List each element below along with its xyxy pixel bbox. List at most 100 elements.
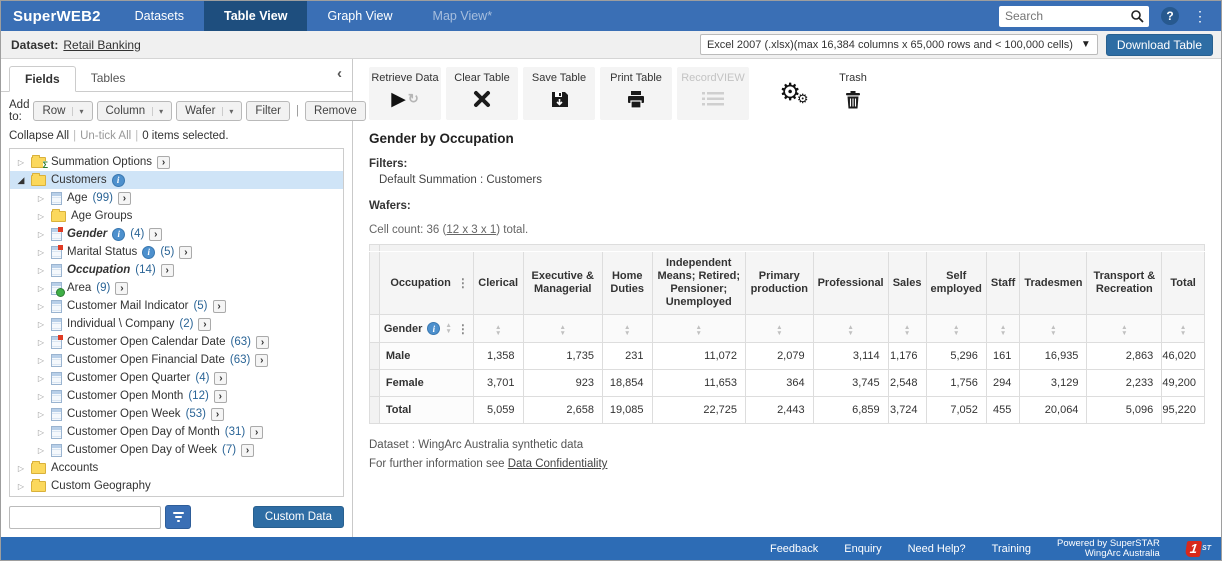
tree-item-custom-geography[interactable]: ▷Custom Geography	[10, 477, 343, 495]
caret-collapsed-icon[interactable]: ▷	[36, 266, 46, 275]
drill-forward-icon[interactable]: ›	[211, 408, 224, 421]
sort-toggle-icon[interactable]: ▲▼	[1050, 325, 1056, 337]
tree-filter-input[interactable]	[9, 506, 161, 529]
tree-item-customer-open-quarter[interactable]: ▷Customer Open Quarter(4)›	[10, 369, 343, 387]
caret-collapsed-icon[interactable]: ▷	[36, 194, 46, 203]
tree-item-customer-mail-indicator[interactable]: ▷Customer Mail Indicator(5)›	[10, 297, 343, 315]
add-to-column-button[interactable]: Column▾	[97, 101, 173, 121]
caret-collapsed-icon[interactable]: ▷	[36, 356, 46, 365]
sort-toggle-icon[interactable]: ▲▼	[953, 325, 959, 337]
tab-datasets[interactable]: Datasets	[115, 1, 204, 31]
save-table-button[interactable]: Save Table	[523, 67, 595, 120]
tree-item-age-groups[interactable]: ▷Age Groups	[10, 207, 343, 225]
filter-icon[interactable]	[165, 505, 191, 529]
tree-item-customer-open-calendar-date[interactable]: ▷Customer Open Calendar Date(63)›	[10, 333, 343, 351]
tree-item-customer-open-financial-date[interactable]: ▷Customer Open Financial Date(63)›	[10, 351, 343, 369]
sort-toggle-icon[interactable]: ▲▼	[495, 325, 501, 337]
caret-collapsed-icon[interactable]: ▷	[36, 212, 46, 221]
download-table-button[interactable]: Download Table	[1106, 34, 1213, 56]
drill-forward-icon[interactable]: ›	[198, 318, 211, 331]
caret-collapsed-icon[interactable]: ▷	[36, 392, 46, 401]
caret-collapsed-icon[interactable]: ▷	[36, 428, 46, 437]
caret-collapsed-icon[interactable]: ▷	[36, 248, 46, 257]
tab-table-view[interactable]: Table View	[204, 1, 307, 31]
clear-table-button[interactable]: Clear Table	[446, 67, 518, 120]
sidebar-tab-fields[interactable]: Fields	[9, 66, 76, 92]
drill-forward-icon[interactable]: ›	[214, 372, 227, 385]
drill-forward-icon[interactable]: ›	[179, 246, 192, 259]
drill-forward-icon[interactable]: ›	[118, 192, 131, 205]
add-to-filter-button[interactable]: Filter	[246, 101, 290, 121]
tree-item-gender[interactable]: ▷Genderi(4)›	[10, 225, 343, 243]
tree-item-individual-company[interactable]: ▷Individual \ Company(2)›	[10, 315, 343, 333]
sort-toggle-icon[interactable]: ▲▼	[696, 325, 702, 337]
drill-forward-icon[interactable]: ›	[241, 444, 254, 457]
tree-item-customer-open-day-of-week[interactable]: ▷Customer Open Day of Week(7)›	[10, 441, 343, 459]
drill-forward-icon[interactable]: ›	[213, 300, 226, 313]
caret-collapsed-icon[interactable]: ▷	[16, 158, 26, 167]
drill-forward-icon[interactable]: ›	[161, 264, 174, 277]
sort-toggle-icon[interactable]: ▲▼	[445, 323, 451, 335]
data-confidentiality-link[interactable]: Data Confidentiality	[508, 458, 608, 470]
tree-item-customer-open-month[interactable]: ▷Customer Open Month(12)›	[10, 387, 343, 405]
column-options-icon[interactable]: ⋮	[457, 276, 469, 290]
trash-button[interactable]: Trash	[827, 67, 879, 120]
drill-forward-icon[interactable]: ›	[214, 390, 227, 403]
custom-data-button[interactable]: Custom Data	[253, 506, 344, 528]
caret-collapsed-icon[interactable]: ▷	[36, 446, 46, 455]
info-icon[interactable]: i	[427, 322, 440, 335]
row-options-icon[interactable]: ⋮	[457, 322, 469, 336]
tree-item-age[interactable]: ▷Age(99)›	[10, 189, 343, 207]
export-format-select[interactable]: Excel 2007 (.xlsx)(max 16,384 columns x …	[700, 34, 1098, 55]
dataset-link[interactable]: Retail Banking	[63, 38, 140, 52]
sort-toggle-icon[interactable]: ▲▼	[776, 325, 782, 337]
search-icon[interactable]	[1125, 6, 1149, 27]
info-icon[interactable]: i	[112, 174, 125, 187]
collapse-all-link[interactable]: Collapse All	[9, 130, 69, 142]
footer-link-need-help[interactable]: Need Help?	[908, 543, 966, 555]
caret-collapsed-icon[interactable]: ▷	[36, 338, 46, 347]
tree-item-area[interactable]: ▷Area(9)›	[10, 279, 343, 297]
drill-forward-icon[interactable]: ›	[157, 156, 170, 169]
caret-expanded-icon[interactable]: ◢	[16, 175, 26, 186]
caret-collapsed-icon[interactable]: ▷	[36, 320, 46, 329]
add-to-row-button[interactable]: Row▾	[33, 101, 92, 121]
search-input[interactable]	[999, 9, 1125, 23]
overflow-menu-icon[interactable]: ⋮	[1191, 8, 1209, 25]
sort-toggle-icon[interactable]: ▲▼	[847, 325, 853, 337]
drill-forward-icon[interactable]: ›	[256, 336, 269, 349]
sort-toggle-icon[interactable]: ▲▼	[1180, 325, 1186, 337]
footer-link-training[interactable]: Training	[992, 543, 1031, 555]
tree-item-customer-open-day-of-month[interactable]: ▷Customer Open Day of Month(31)›	[10, 423, 343, 441]
tab-map-view[interactable]: Map View*	[413, 1, 513, 31]
drill-forward-icon[interactable]: ›	[250, 426, 263, 439]
tree-item-summation-options[interactable]: ▷ΣSummation Options›	[10, 153, 343, 171]
drill-forward-icon[interactable]: ›	[149, 228, 162, 241]
caret-collapsed-icon[interactable]: ▷	[36, 284, 46, 293]
sort-toggle-icon[interactable]: ▲▼	[624, 325, 630, 337]
footer-link-enquiry[interactable]: Enquiry	[844, 543, 881, 555]
sort-toggle-icon[interactable]: ▲▼	[1121, 325, 1127, 337]
add-to-wafer-button[interactable]: Wafer▾	[176, 101, 242, 121]
cell-count-link[interactable]: 12 x 3 x 1	[446, 224, 496, 236]
tab-graph-view[interactable]: Graph View	[307, 1, 412, 31]
collapse-sidebar-icon[interactable]: ‹	[337, 66, 342, 81]
drill-forward-icon[interactable]: ›	[115, 282, 128, 295]
drill-forward-icon[interactable]: ›	[255, 354, 268, 367]
table-options-button[interactable]: ⚙⚙	[766, 67, 822, 120]
footer-link-feedback[interactable]: Feedback	[770, 543, 818, 555]
info-icon[interactable]: i	[112, 228, 125, 241]
info-icon[interactable]: i	[142, 246, 155, 259]
tree-item-accounts[interactable]: ▷Accounts	[10, 459, 343, 477]
sort-toggle-icon[interactable]: ▲▼	[1000, 325, 1006, 337]
caret-collapsed-icon[interactable]: ▷	[36, 230, 46, 239]
caret-collapsed-icon[interactable]: ▷	[36, 410, 46, 419]
retrieve-data-button[interactable]: Retrieve Data▶↻	[369, 67, 441, 120]
tree-item-occupation[interactable]: ▷Occupation(14)›	[10, 261, 343, 279]
caret-collapsed-icon[interactable]: ▷	[36, 302, 46, 311]
tree-item-customers[interactable]: ◢Customersi	[10, 171, 343, 189]
untick-all-link[interactable]: Un-tick All	[80, 130, 131, 142]
tree-item-customer-open-week[interactable]: ▷Customer Open Week(53)›	[10, 405, 343, 423]
caret-collapsed-icon[interactable]: ▷	[16, 482, 26, 491]
caret-collapsed-icon[interactable]: ▷	[36, 374, 46, 383]
